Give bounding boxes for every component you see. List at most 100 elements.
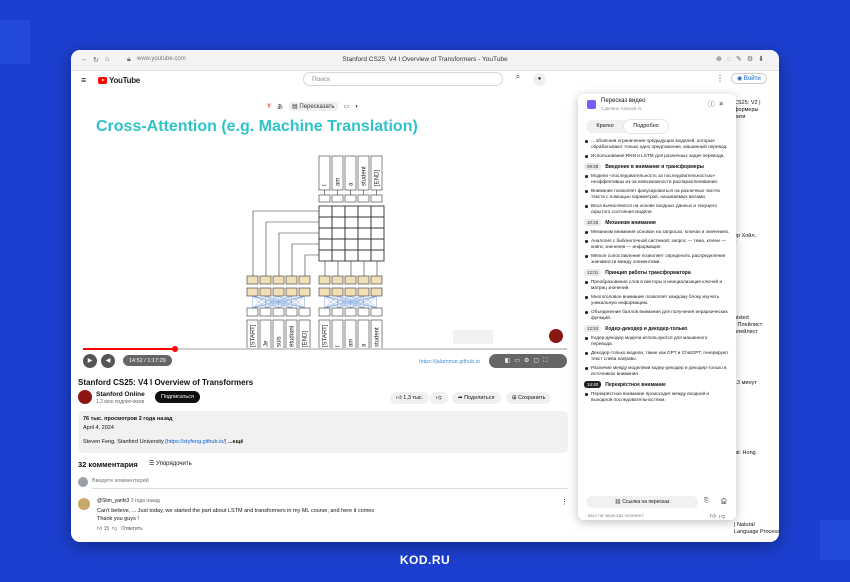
input-token-label: [START] — [323, 324, 329, 347]
embedding-box — [246, 307, 259, 317]
description-link[interactable]: [https://styfeng.github.io/] — [165, 439, 226, 445]
dislike-button[interactable]: 👎︎ — [430, 392, 448, 404]
retell-link-button[interactable]: ⛓︎ Ссылка на пересказ — [586, 496, 698, 508]
feedback-thumbs[interactable]: 👍︎👎︎ — [710, 512, 728, 520]
input-token-label: [START] — [251, 324, 257, 347]
description-box[interactable]: 76 тыс. просмотров 2 года назад April 4,… — [78, 411, 568, 453]
retell-bullet: Объединение баллов внимания для получени… — [584, 309, 730, 321]
channel-name[interactable]: Stanford Online — [96, 391, 145, 398]
add-comment-row[interactable]: Введите комментарий — [78, 477, 568, 489]
output-token-label: a — [349, 182, 355, 186]
retell-panel-header: Пересказ видео Сделано Алисой AI ⓘ✕ — [578, 94, 736, 116]
retell-section-header[interactable]: 12:01 Принцип работы трансформатора — [584, 269, 730, 276]
more-vert-icon[interactable]: ⋮ — [716, 74, 724, 83]
menu-icon[interactable]: ≡ — [81, 75, 86, 85]
retell-tabs: Кратко Подробно — [586, 120, 668, 133]
save-label: Сохранить — [518, 395, 546, 401]
retell-bullet: Механизм внимания основан на запросах, к… — [584, 229, 730, 235]
youtube-logo[interactable]: YouTube — [98, 76, 140, 85]
sort-button[interactable]: ☰ Упорядочить — [149, 460, 192, 467]
channel-avatar[interactable] — [78, 390, 92, 404]
attention-grid-cell — [331, 216, 346, 229]
section-title: Принцип работы трансформатора — [605, 269, 691, 276]
comment-meta: @Slim_yanfs3 3 года назад — [97, 498, 160, 504]
output-embedding-box — [357, 194, 370, 203]
search-input[interactable]: Поиск — [303, 72, 503, 86]
login-button[interactable]: ◉ Войти — [731, 73, 767, 84]
timestamp-badge[interactable]: 12:53 — [584, 325, 602, 332]
thumb-down-icon: 👎︎ — [436, 395, 442, 401]
attention-node-box — [344, 287, 357, 297]
volume-icon[interactable]: ◀ — [101, 354, 115, 368]
section-title: Перекрёстное внимание — [605, 381, 666, 388]
comment-dislike-icon[interactable]: 👎︎ — [112, 526, 117, 532]
attention-grid-cell — [318, 216, 333, 229]
search-icon[interactable]: ⌕ — [508, 72, 528, 86]
show-more-button[interactable]: ...ещё — [228, 439, 243, 445]
input-token-label: student — [375, 327, 381, 347]
retell-panel: Пересказ видео Сделано Алисой AI ⓘ✕ Крат… — [578, 94, 736, 520]
input-token-label: étudiant — [290, 325, 296, 347]
timestamp-badge[interactable]: 14:40 — [584, 381, 602, 388]
embedding-box — [285, 307, 298, 317]
youtube-header: ≡ YouTube Поиск ⌕ ● ⋮ ◉ Войти — [71, 70, 779, 90]
attention-grid-cell — [344, 249, 359, 262]
microphone-icon[interactable]: ● — [533, 73, 546, 86]
progress-handle[interactable] — [171, 346, 178, 352]
timestamp-badge[interactable]: 10:25 — [584, 219, 602, 226]
description-text: Steven Feng, Stanford University [https:… — [83, 439, 243, 445]
retell-bullet: Декодер-только модели, такие как GPT и C… — [584, 350, 730, 362]
timestamp-badge[interactable]: 09:28 — [584, 163, 602, 170]
commenter-avatar[interactable] — [78, 498, 90, 510]
attention-node-box — [357, 275, 370, 285]
progress-bar[interactable] — [83, 346, 567, 352]
retell-section-header[interactable]: 14:40 Перекрёстное внимание — [584, 381, 730, 388]
retell-section-header[interactable]: 10:25 Механизм внимания — [584, 219, 730, 226]
comment-username[interactable]: @Slim_yanfs3 — [97, 498, 129, 504]
input-token-label: I — [336, 345, 342, 347]
save-button[interactable]: ⊞ Сохранить — [506, 392, 552, 404]
sort-icon: ☰ — [149, 461, 157, 467]
browser-extension-icons[interactable]: ⊕◌✎⚙⬇ — [716, 55, 769, 63]
audio-icon[interactable]: 🎧︎ — [720, 498, 728, 505]
retell-bullet: Перекрёстное внимание происходит между в… — [584, 391, 730, 403]
tab-detailed[interactable]: Подробно — [624, 120, 668, 133]
retell-content[interactable]: …объяснив ограничение предыдущих моделей… — [584, 138, 730, 486]
attention-grid-cell — [331, 227, 346, 240]
copy-icon[interactable]: ⎘ — [704, 498, 709, 505]
tab-brief[interactable]: Кратко — [586, 120, 624, 133]
info-icon[interactable]: ⓘ — [708, 101, 719, 108]
comment-like-icon[interactable]: 👍︎ — [97, 526, 102, 532]
output-token-label: am — [336, 178, 342, 186]
retell-section-header[interactable]: 09:28 Введение в внимание и трансформеры — [584, 163, 730, 170]
retell-bullet: Модели «последовательность за последоват… — [584, 173, 730, 185]
reply-button[interactable]: Ответить — [121, 526, 142, 532]
attention-grid-cell — [357, 216, 372, 229]
retell-section-header[interactable]: 12:53 Кодер-декодер и декодер-только — [584, 325, 730, 332]
comment-input[interactable]: Введите комментарий — [92, 478, 149, 484]
share-button[interactable]: ➦ Поделиться — [452, 392, 501, 404]
comment-more-icon[interactable]: ⋮ — [561, 498, 568, 506]
input-token-label: suis — [277, 336, 283, 347]
timestamp-badge[interactable]: 12:01 — [584, 269, 602, 276]
attention-node-box — [285, 275, 298, 285]
chalkboard-overlay — [453, 330, 493, 344]
player-settings-icons[interactable]: ◧▭⚙▢⛶ — [489, 354, 567, 368]
subscribe-button[interactable]: Подписаться — [155, 391, 200, 403]
recommendation-title: nisted • Плейлист плейлист — [734, 315, 763, 335]
attention-grid-cell — [344, 227, 359, 240]
account-icon: ◉ — [737, 76, 744, 82]
comment-item: @Slim_yanfs3 3 года назад Can't believe,… — [78, 498, 568, 538]
close-icon[interactable]: ✕ — [719, 101, 728, 108]
recommendation-title: ial: Hong — [734, 450, 756, 456]
like-button[interactable]: 👍︎ 1,3 тыс. — [390, 392, 430, 404]
output-embedding-box — [318, 194, 331, 203]
stanford-badge-icon — [549, 329, 563, 343]
time-display: 14:52 / 1:17:29 — [123, 355, 172, 366]
video-player[interactable]: Y あ ▤ Пересказать ▭ ◐ Cross-Attention (e… — [79, 98, 571, 373]
video-overlay-link[interactable]: https://jalammar.github.io — [419, 359, 480, 365]
play-icon[interactable]: ▶ — [83, 354, 97, 368]
player-controls: ▶ ◀ 14:52 / 1:17:29 https://jalammar.git… — [83, 354, 567, 370]
attention-grid-cell — [370, 249, 385, 262]
comment-count: 32 комментария — [78, 460, 138, 469]
